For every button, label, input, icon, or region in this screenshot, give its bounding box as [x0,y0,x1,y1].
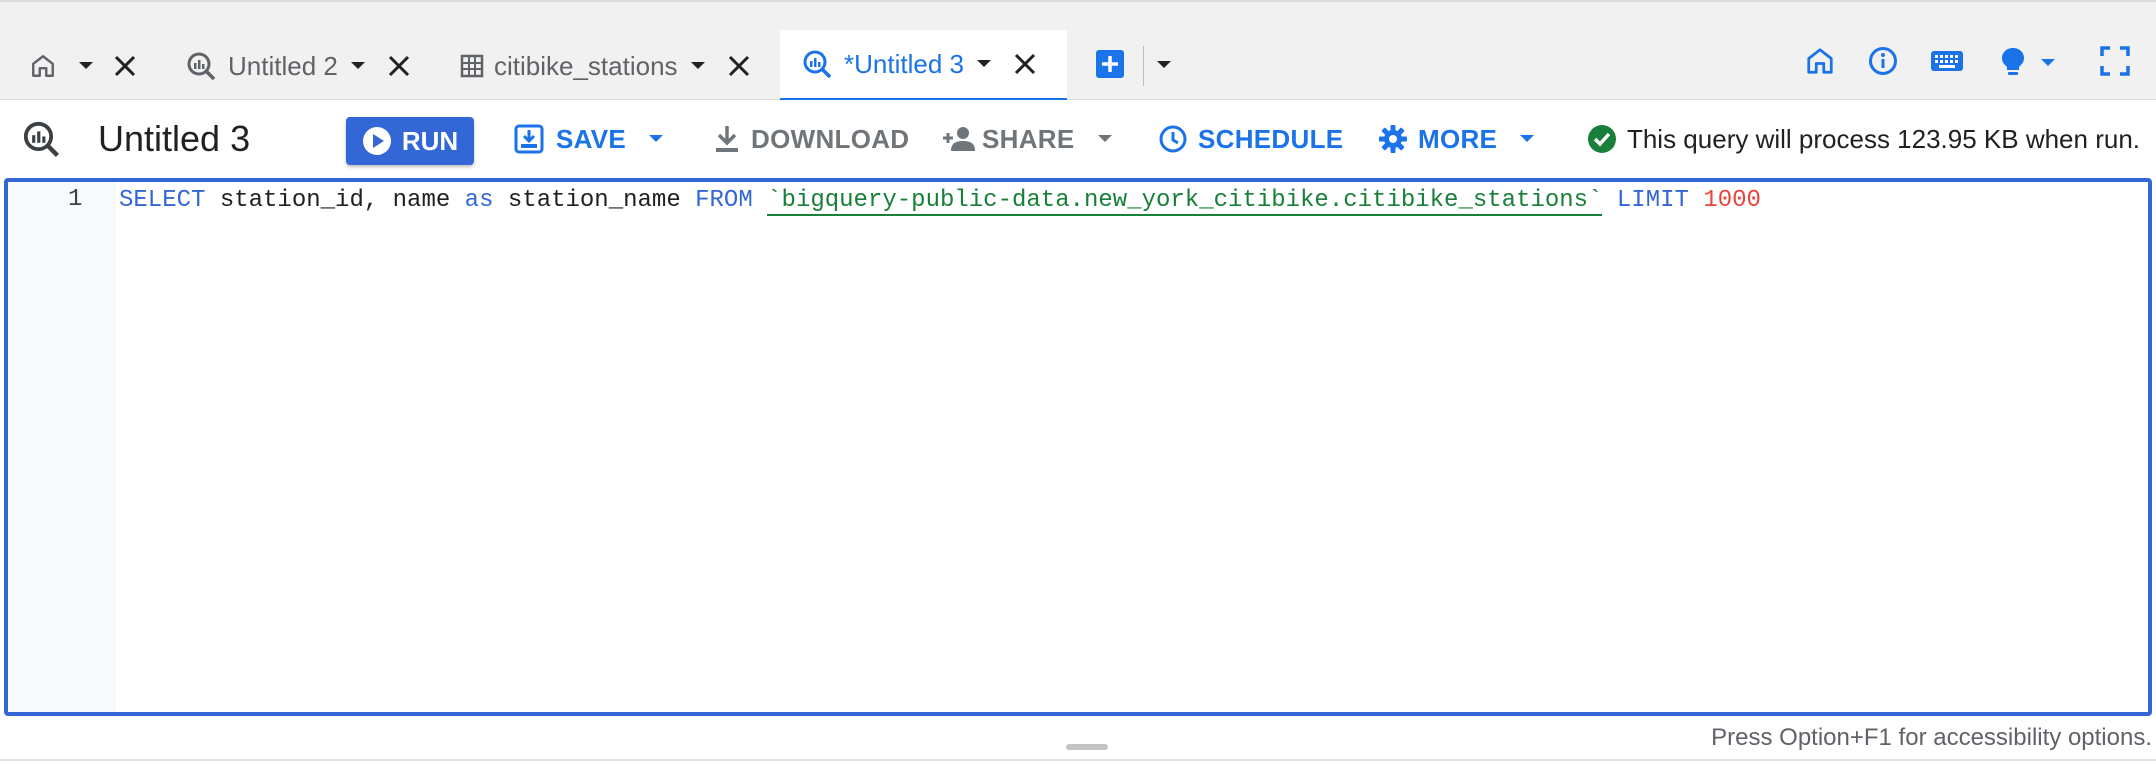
chevron-down-icon[interactable] [1156,57,1172,75]
query-icon [186,51,216,81]
home-icon[interactable] [1805,46,1835,76]
chevron-down-icon [1520,135,1535,142]
table-icon [460,54,484,78]
tab-bar: Untitled 2 citibike_stations *Untitled 3 [0,0,2156,102]
tab-label: *Untitled 3 [844,48,964,79]
tab-home[interactable] [30,30,136,102]
download-icon [716,126,738,152]
info-icon[interactable] [1868,46,1898,76]
status-text: This query will process 123.95 KB when r… [1626,123,2140,154]
query-toolbar: Untitled 3 RUN SAVE DOWNLOAD SHARE SCHED… [0,100,2156,178]
add-person-icon [943,127,975,151]
share-button[interactable]: SHARE [942,100,1113,178]
divider [1143,46,1144,86]
run-label: RUN [401,125,459,156]
divider [0,759,2156,761]
tab-untitled-3[interactable]: *Untitled 3 [780,30,1067,102]
resize-handle[interactable] [1066,744,1108,750]
play-icon [362,127,391,155]
save-button[interactable]: SAVE [514,100,664,178]
run-button[interactable]: RUN [346,117,474,165]
accessibility-hint: Press Option+F1 for accessibility option… [1711,724,2152,751]
keyword-select: SELECT [119,187,206,214]
schedule-button[interactable]: SCHEDULE [1158,100,1343,178]
query-icon [22,120,60,163]
close-icon[interactable] [728,55,750,77]
query-validation-status: This query will process 123.95 KB when r… [1587,100,2140,178]
check-circle-icon [1587,125,1616,153]
chevron-down-icon[interactable] [690,61,706,71]
keyword-from: FROM [695,187,753,214]
chevron-down-icon[interactable] [350,61,366,71]
download-label: DOWNLOAD [751,123,910,154]
sql-editor[interactable]: 1 SELECT station_id, name as station_nam… [4,178,2152,716]
home-icon [30,53,56,79]
more-label: MORE [1418,123,1498,154]
fullscreen-icon[interactable] [2100,46,2130,76]
chevron-down-icon[interactable] [976,59,992,69]
close-icon[interactable] [1014,53,1036,75]
download-button[interactable]: DOWNLOAD [713,100,909,178]
keyword-as: as [464,187,494,214]
alias: station_name [493,187,696,214]
keyword-limit: LIMIT [1602,187,1704,214]
line-gutter: 1 [8,182,116,712]
close-icon[interactable] [114,55,136,77]
chevron-down-icon [649,135,664,142]
add-tab-icon[interactable] [1095,49,1125,84]
tab-label: citibike_stations [494,50,678,81]
clock-icon [1159,125,1187,153]
tab-citibike-stations[interactable]: citibike_stations [460,30,750,102]
code-line[interactable]: SELECT station_id, name as station_name … [119,186,1761,216]
save-icon [514,124,544,154]
keyboard-icon[interactable] [1930,46,1964,76]
share-label: SHARE [982,123,1075,154]
add-tab-group [1095,30,1172,102]
schedule-label: SCHEDULE [1198,123,1344,154]
gear-icon [1379,125,1407,153]
limit-value: 1000 [1703,187,1761,214]
close-icon[interactable] [388,55,410,77]
tab-label: Untitled 2 [228,50,338,81]
editor-footer: Press Option+F1 for accessibility option… [0,716,2156,764]
chevron-down-icon [1097,135,1112,142]
chevron-down-icon[interactable] [2040,58,2056,68]
columns: station_id, name [205,187,465,214]
query-title: Untitled 3 [98,118,251,159]
chevron-down-icon[interactable] [78,61,94,71]
query-icon [802,49,832,79]
table-reference[interactable]: `bigquery-public-data.new_york_citibike.… [767,187,1603,216]
tab-untitled-2[interactable]: Untitled 2 [186,30,410,102]
lightbulb-icon[interactable] [2000,46,2026,78]
save-label: SAVE [556,123,627,154]
line-number: 1 [68,186,83,213]
more-button[interactable]: MORE [1378,100,1535,178]
